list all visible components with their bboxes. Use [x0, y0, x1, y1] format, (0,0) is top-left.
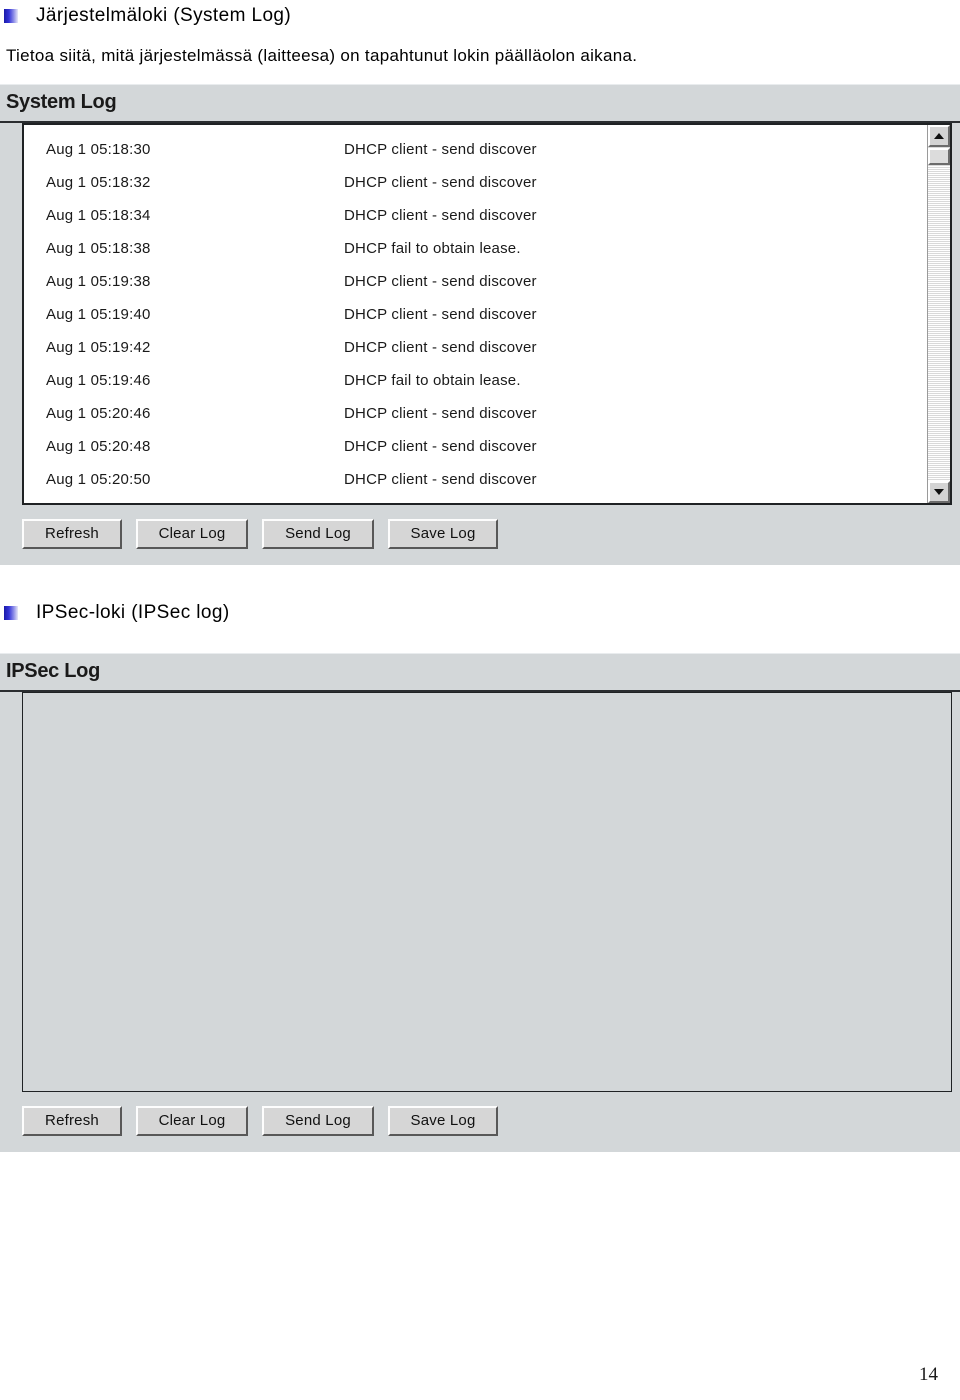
vertical-scrollbar[interactable]: [927, 125, 950, 503]
table-row: Aug 1 05:19:38 DHCP client - send discov…: [24, 265, 928, 298]
log-message: DHCP client - send discover: [344, 471, 537, 488]
system-log-button-bar: Refresh Clear Log Send Log Save Log: [0, 505, 960, 565]
log-message: DHCP client - send discover: [344, 174, 537, 191]
ipsec-log-panel-body: [0, 692, 960, 1092]
system-log-heading: Järjestelmäloki (System Log): [0, 0, 960, 32]
log-timestamp: Aug 1 05:20:46: [46, 405, 151, 422]
table-row: Aug 1 05:18:34 DHCP client - send discov…: [24, 199, 928, 232]
log-timestamp: Aug 1 05:20:54: [24, 504, 344, 505]
triangle-up-icon: [934, 133, 944, 139]
send-log-button[interactable]: Send Log: [262, 519, 374, 549]
table-row: Aug 1 05:19:42 DHCP client - send discov…: [24, 331, 928, 364]
spacer: [0, 565, 960, 597]
table-row: Aug 1 05:20:50 DHCP client - send discov…: [24, 463, 928, 496]
system-log-listbox[interactable]: Aug 1 05:18:30 DHCP client - send discov…: [22, 123, 952, 505]
table-row: Aug 1 05:20:48 DHCP client - send discov…: [24, 430, 928, 463]
clear-log-button[interactable]: Clear Log: [136, 519, 248, 549]
ipsec-log-button-bar: Refresh Clear Log Send Log Save Log: [0, 1092, 960, 1152]
ipsec-log-heading: IPSec-loki (IPSec log): [0, 597, 960, 629]
system-log-panel-title: System Log: [0, 85, 960, 123]
table-row: Aug 1 05:20:46 DHCP client - send discov…: [24, 397, 928, 430]
triangle-down-icon: [934, 489, 944, 495]
ipsec-log-section: IPSec-loki (IPSec log) IPSec Log Refresh…: [0, 597, 960, 1152]
send-log-button[interactable]: Send Log: [262, 1106, 374, 1136]
save-log-button[interactable]: Save Log: [388, 519, 498, 549]
system-log-section: Järjestelmäloki (System Log) Tietoa siit…: [0, 0, 960, 565]
scrollbar-thumb[interactable]: [928, 148, 950, 165]
log-message: DHCP client - send discover: [344, 306, 537, 323]
log-message: DHCP fail to obtain lease.: [344, 504, 928, 505]
log-timestamp: Aug 1 05:19:46: [46, 372, 151, 389]
system-log-heading-text: Järjestelmäloki (System Log): [36, 5, 292, 26]
refresh-button[interactable]: Refresh: [22, 1106, 122, 1136]
table-row: Aug 1 05:18:38 DHCP fail to obtain lease…: [24, 232, 928, 265]
table-row: Aug 1 05:20:54 DHCP fail to obtain lease…: [24, 496, 928, 505]
table-row: Aug 1 05:18:30 DHCP client - send discov…: [24, 133, 928, 166]
log-message: DHCP client - send discover: [344, 405, 537, 422]
log-timestamp: Aug 1 05:18:38: [46, 240, 151, 257]
bullet-square-icon: [4, 606, 18, 620]
log-timestamp: Aug 1 05:19:40: [46, 306, 151, 323]
table-row: Aug 1 05:19:46 DHCP fail to obtain lease…: [24, 364, 928, 397]
log-message: DHCP client - send discover: [344, 339, 537, 356]
log-message: DHCP fail to obtain lease.: [344, 240, 521, 257]
system-log-description: Tietoa siitä, mitä järjestelmässä (laitt…: [6, 46, 638, 65]
scrollbar-track[interactable]: [928, 147, 950, 481]
log-timestamp: Aug 1 05:18:32: [46, 174, 151, 191]
scroll-down-button[interactable]: [928, 481, 950, 503]
table-row: Aug 1 05:18:32 DHCP client - send discov…: [24, 166, 928, 199]
log-message: DHCP fail to obtain lease.: [344, 372, 521, 389]
log-timestamp: Aug 1 05:18:30: [46, 141, 151, 158]
log-timestamp: Aug 1 05:18:34: [46, 207, 151, 224]
ipsec-log-panel: IPSec Log Refresh Clear Log Send Log Sav…: [0, 653, 960, 1152]
log-timestamp: Aug 1 05:19:42: [46, 339, 151, 356]
ipsec-log-heading-text: IPSec-loki (IPSec log): [36, 602, 230, 623]
log-message: DHCP client - send discover: [344, 273, 537, 290]
log-timestamp: Aug 1 05:20:50: [46, 471, 151, 488]
system-log-panel: System Log Aug 1 05:18:30 DHCP client - …: [0, 84, 960, 565]
log-message: DHCP client - send discover: [344, 207, 537, 224]
system-log-panel-body: Aug 1 05:18:30 DHCP client - send discov…: [0, 123, 960, 505]
ipsec-log-listbox[interactable]: [22, 692, 952, 1092]
system-log-rows: Aug 1 05:18:30 DHCP client - send discov…: [24, 125, 928, 503]
log-message: DHCP client - send discover: [344, 141, 537, 158]
save-log-button[interactable]: Save Log: [388, 1106, 498, 1136]
bullet-square-icon: [4, 9, 18, 23]
page-number: 14: [919, 1364, 938, 1385]
scroll-up-button[interactable]: [928, 125, 950, 147]
log-timestamp: Aug 1 05:20:48: [46, 438, 151, 455]
clear-log-button[interactable]: Clear Log: [136, 1106, 248, 1136]
log-timestamp: Aug 1 05:19:38: [46, 273, 151, 290]
refresh-button[interactable]: Refresh: [22, 519, 122, 549]
log-message: DHCP client - send discover: [344, 438, 537, 455]
ipsec-log-panel-title: IPSec Log: [0, 654, 960, 692]
table-row: Aug 1 05:19:40 DHCP client - send discov…: [24, 298, 928, 331]
